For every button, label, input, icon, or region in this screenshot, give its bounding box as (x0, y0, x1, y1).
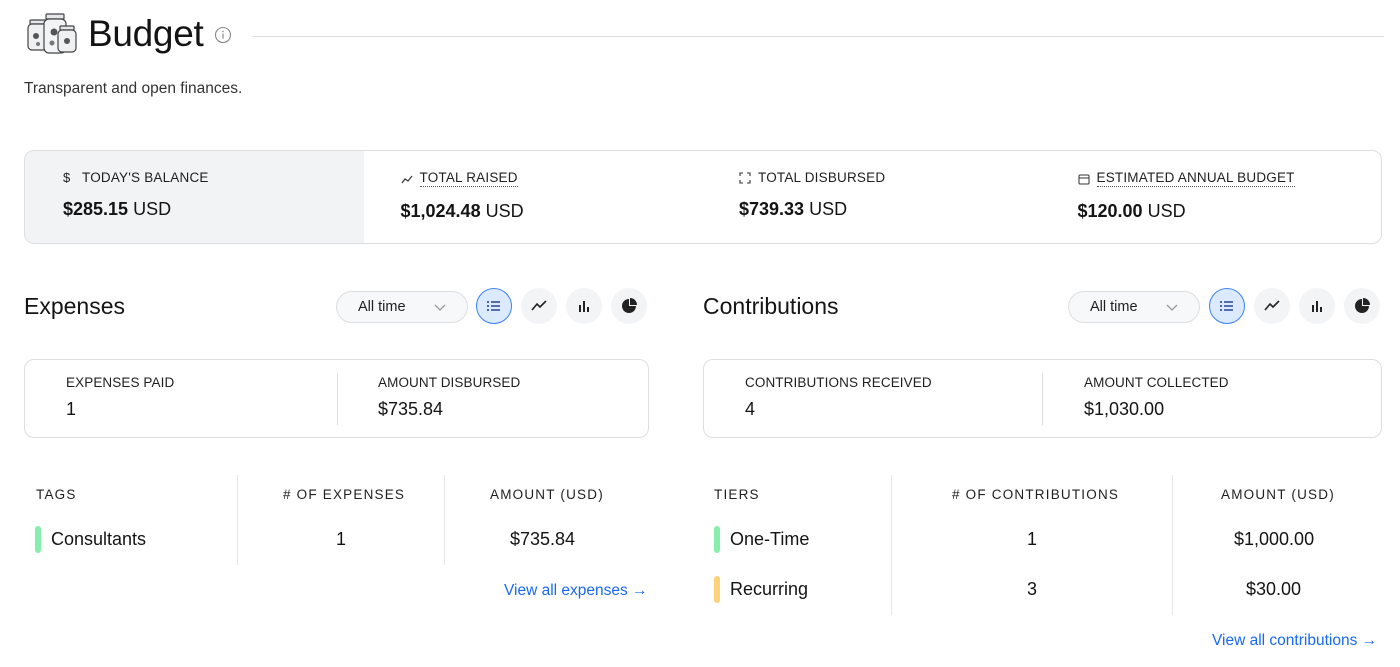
row-count: 1 (336, 529, 347, 549)
summary-value: $735.84 (378, 399, 444, 419)
amount-disbursed: AMOUNT DISBURSED $735.84 (378, 375, 520, 420)
contributions-line-chart-button[interactable] (1254, 288, 1290, 324)
stat-currency: USD (809, 199, 848, 219)
contributions-list-view-button[interactable] (1209, 288, 1245, 324)
row-count: 1 (1027, 529, 1038, 549)
expenses-paid: EXPENSES PAID 1 (66, 375, 174, 420)
contributions-period-select[interactable]: All time (1068, 291, 1200, 323)
column-header-count: # OF EXPENSES (283, 487, 406, 502)
row-name: Consultants (51, 529, 147, 549)
row-amount: $735.84 (510, 529, 576, 549)
budget-stats-card: $ TODAY'S BALANCE $285.15 USD TOTAL RAIS… (24, 150, 1382, 244)
expand-arrows-icon (739, 171, 751, 184)
contributions-title: Contributions (703, 293, 839, 319)
stat-amount: $1,024.48 (400, 201, 481, 221)
header-divider (252, 35, 1384, 37)
column-divider (891, 475, 892, 615)
expenses-period-select[interactable]: All time (336, 291, 468, 323)
column-divider (444, 475, 445, 565)
row-amount: $1,000.00 (1234, 529, 1315, 549)
column-header-amount: AMOUNT (USD) (1221, 487, 1335, 502)
summary-value: 1 (66, 399, 77, 419)
page-header: Budget (24, 10, 1384, 58)
summary-divider (1042, 373, 1043, 425)
stat-total-disbursed: TOTAL DISBURSED $739.33 USD (702, 151, 1041, 243)
pie-chart-icon (622, 298, 637, 313)
stat-label[interactable]: ESTIMATED ANNUAL BUDGET (1096, 170, 1295, 187)
line-chart-icon (1264, 300, 1280, 311)
column-header-tags: TAGS (36, 487, 77, 502)
list-view-icon (1220, 301, 1233, 311)
stat-currency: USD (1147, 201, 1186, 221)
stat-todays-balance: $ TODAY'S BALANCE $285.15 USD (25, 151, 364, 243)
budget-jars-logo (27, 13, 77, 54)
stat-amount: $285.15 (63, 199, 129, 219)
column-divider (1172, 475, 1173, 615)
expenses-pie-chart-button[interactable] (611, 288, 647, 324)
summary-label: AMOUNT DISBURSED (378, 375, 521, 390)
info-icon[interactable] (214, 26, 232, 44)
bar-chart-icon (1312, 301, 1322, 312)
summary-divider (337, 373, 338, 425)
tag-color-chip (35, 526, 41, 553)
stat-label: TODAY'S BALANCE (82, 170, 209, 185)
tier-color-chip (714, 576, 720, 603)
row-amount: $30.00 (1246, 579, 1302, 599)
summary-value: 4 (745, 399, 756, 419)
view-all-expenses-link[interactable]: View all expenses → (504, 582, 648, 600)
row-count: 3 (1027, 579, 1038, 599)
trend-up-icon (401, 175, 412, 183)
line-chart-icon (531, 300, 547, 311)
contributions-received: CONTRIBUTIONS RECEIVED 4 (745, 375, 932, 420)
stat-amount: $739.33 (739, 199, 805, 219)
stat-label: TOTAL DISBURSED (758, 170, 886, 185)
row-name: Recurring (730, 579, 809, 599)
list-view-icon (487, 301, 500, 311)
column-divider (237, 475, 238, 565)
contributions-pie-chart-button[interactable] (1344, 288, 1380, 324)
view-all-contributions-link[interactable]: View all contributions → (1212, 632, 1377, 650)
summary-value: $1,030.00 (1084, 399, 1165, 419)
column-header-amount: AMOUNT (USD) (490, 487, 604, 502)
expenses-list-view-button[interactable] (476, 288, 512, 324)
summary-label: AMOUNT COLLECTED (1084, 375, 1229, 390)
stat-amount: $120.00 (1077, 201, 1143, 221)
amount-collected: AMOUNT COLLECTED $1,030.00 (1084, 375, 1229, 420)
page-title: Budget (88, 13, 204, 54)
expenses-bar-chart-button[interactable] (566, 288, 602, 324)
stat-label[interactable]: TOTAL RAISED (419, 170, 518, 187)
period-value: All time (358, 299, 406, 315)
expenses-summary-card: EXPENSES PAID 1 AMOUNT DISBURSED $735.84 (24, 359, 649, 438)
period-value: All time (1090, 299, 1138, 315)
expenses-title: Expenses (24, 293, 126, 319)
calendar-icon (1078, 174, 1089, 184)
chevron-down-icon (1166, 304, 1178, 311)
stat-currency: USD (133, 199, 172, 219)
contributions-bar-chart-button[interactable] (1299, 288, 1335, 324)
stat-estimated-annual-budget: ESTIMATED ANNUAL BUDGET $120.00 USD (1041, 151, 1382, 243)
page-subtitle: Transparent and open finances. (24, 80, 243, 97)
tier-color-chip (714, 526, 720, 553)
contributions-summary-card: CONTRIBUTIONS RECEIVED 4 AMOUNT COLLECTE… (703, 359, 1382, 438)
expenses-line-chart-button[interactable] (521, 288, 557, 324)
dollar-icon: $ (63, 169, 71, 185)
summary-label: CONTRIBUTIONS RECEIVED (745, 375, 932, 390)
stat-total-raised: TOTAL RAISED $1,024.48 USD (364, 151, 703, 243)
stat-currency: USD (485, 201, 524, 221)
summary-label: EXPENSES PAID (66, 375, 175, 390)
column-header-tiers: TIERS (714, 487, 760, 502)
chevron-down-icon (434, 304, 446, 311)
row-name: One-Time (730, 529, 810, 549)
pie-chart-icon (1355, 298, 1370, 313)
bar-chart-icon (579, 301, 589, 312)
column-header-count: # OF CONTRIBUTIONS (952, 487, 1120, 502)
